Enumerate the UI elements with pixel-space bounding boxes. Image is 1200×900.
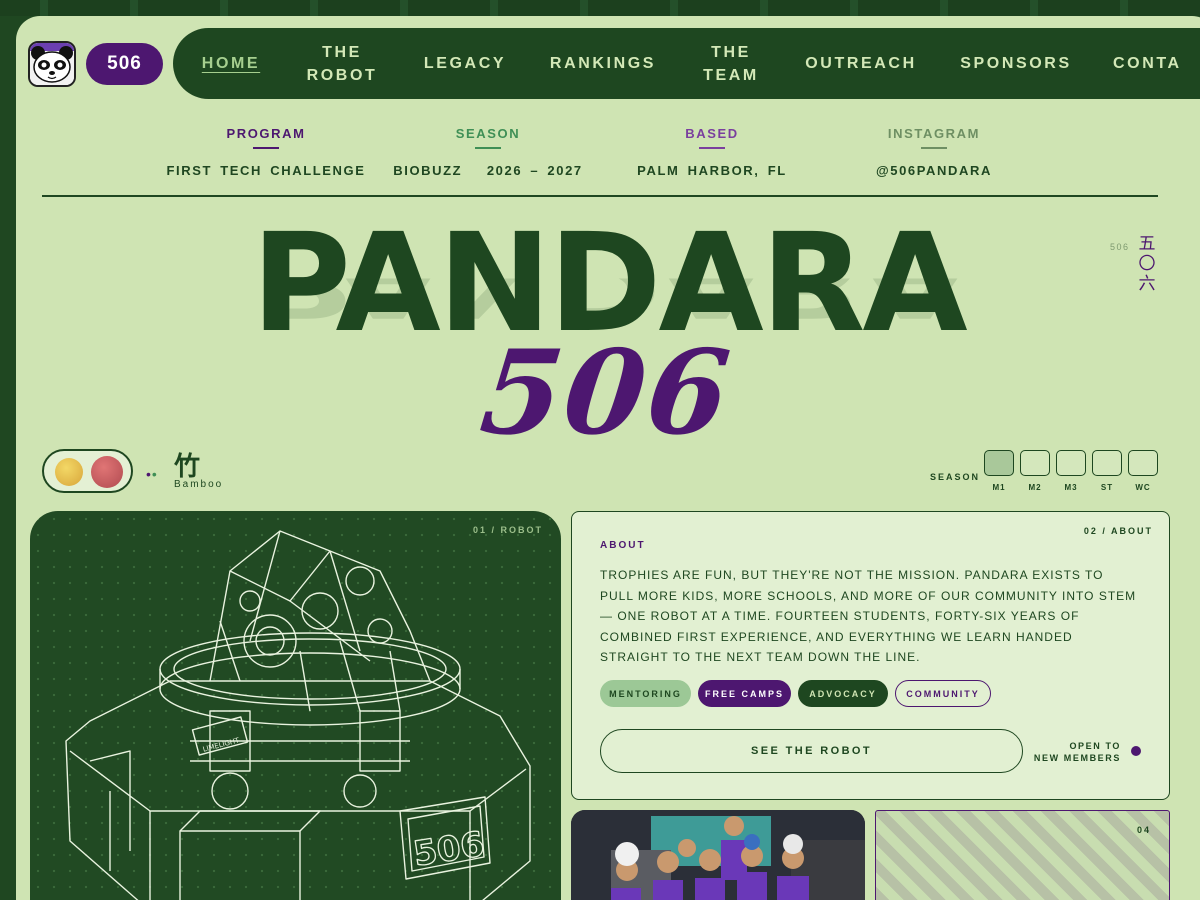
season-step-m1[interactable] (984, 450, 1014, 476)
nav-outreach[interactable]: OUTREACH (801, 28, 921, 99)
season-step-m3[interactable] (1056, 450, 1086, 476)
card-index: 02 / ABOUT (1083, 526, 1153, 536)
see-robot-button[interactable]: SEE THE ROBOT (600, 729, 1023, 773)
open-to-new-members: OPEN TO NEW MEMBERS (1027, 740, 1121, 764)
main-nav: HOME THE ROBOT LEGACY RANKINGS THE TEAM … (173, 28, 1200, 99)
dots-icon: •• (146, 466, 158, 482)
page-panel: 506 HOME THE ROBOT LEGACY RANKINGS THE T… (16, 16, 1200, 900)
info-key: PROGRAM (226, 126, 306, 141)
nav-home[interactable]: HOME (195, 28, 267, 99)
season-step-label: WC (1135, 483, 1151, 492)
info-rule (699, 147, 725, 149)
tag-mentoring[interactable]: MENTORING (600, 680, 691, 707)
instagram-handle[interactable]: @506PANDARA (834, 163, 1034, 178)
season-step-m2[interactable] (1020, 450, 1050, 476)
kanji-five: 五 (1138, 234, 1156, 253)
info-value: PALM HARBOR, FL (637, 163, 787, 178)
nav-sponsors[interactable]: SPONSORS (955, 28, 1077, 99)
open-line-1: OPEN TO (1069, 741, 1121, 751)
limelight-label: LIMELIGHT (202, 736, 241, 754)
info-season: SEASON BIOBUZZ 2026 – 2027 (388, 126, 588, 178)
info-value: FIRST TECH CHALLENGE (166, 163, 366, 178)
about-body: TROPHIES ARE FUN, BUT THEY'RE NOT THE MI… (600, 568, 1137, 664)
tag-advocacy[interactable]: ADVOCACY (798, 680, 888, 707)
tag-community[interactable]: COMMUNITY (895, 680, 991, 707)
season-step-st[interactable] (1092, 450, 1122, 476)
info-rule (253, 147, 279, 149)
info-based: BASED PALM HARBOR, FL (612, 126, 812, 178)
season-label: SEASON (930, 472, 981, 482)
nav-legacy[interactable]: LEGACY (420, 28, 510, 99)
nav-rankings[interactable]: RANKINGS (545, 28, 661, 99)
side-number: 506 (1110, 242, 1130, 252)
team-photo (571, 810, 865, 900)
about-card: 02 / ABOUT ABOUT TROPHIES ARE FUN, BUT T… (571, 511, 1170, 800)
nav-the-team[interactable]: THE TEAM (693, 28, 769, 99)
season-step-label: M3 (1064, 483, 1078, 492)
robot-card[interactable]: 01 / ROBOT 506 LIMELIGHT (30, 511, 561, 900)
info-key: INSTAGRAM (887, 126, 981, 141)
bamboo-label: Bamboo (174, 479, 224, 490)
status-dot-icon (1131, 746, 1141, 756)
info-program: PROGRAM FIRST TECH CHALLENGE (166, 126, 366, 178)
bamboo-kanji: 竹 (174, 451, 201, 481)
season-step-label: M1 (992, 483, 1006, 492)
info-value: BIOBUZZ 2026 – 2027 (393, 163, 583, 178)
info-rule (475, 147, 501, 149)
about-heading: ABOUT (600, 540, 646, 551)
striped-card: 04 (875, 810, 1170, 900)
kanji-six: 六 (1138, 274, 1156, 293)
tag-free-camps[interactable]: FREE CAMPS (698, 680, 791, 707)
nav-the-robot[interactable]: THE ROBOT (299, 28, 385, 99)
info-key: BASED (685, 126, 739, 141)
card-index: 04 (1136, 825, 1151, 835)
robot-plate: 506 (411, 824, 487, 875)
kanji-zero: 〇 (1138, 254, 1156, 273)
info-instagram: INSTAGRAM @506PANDARA (834, 126, 1034, 178)
info-key: SEASON (455, 126, 521, 141)
season-step-label: M2 (1028, 483, 1042, 492)
panda-logo-icon[interactable] (28, 41, 76, 87)
team-number-badge: 506 (86, 43, 163, 85)
red-ball-icon (91, 456, 123, 488)
open-line-2: NEW MEMBERS (1033, 753, 1121, 763)
divider (42, 195, 1158, 197)
robot-drawing: 506 LIMELIGHT (65, 530, 531, 900)
season-step-wc[interactable] (1128, 450, 1158, 476)
top-backdrop (0, 0, 1200, 16)
theme-toggle[interactable] (42, 449, 133, 493)
nav-contact[interactable]: CONTA (1113, 28, 1200, 99)
season-step-label: ST (1100, 483, 1114, 492)
info-rule (921, 147, 947, 149)
yellow-ball-icon (55, 458, 83, 486)
hero-number: 506 (474, 325, 738, 461)
